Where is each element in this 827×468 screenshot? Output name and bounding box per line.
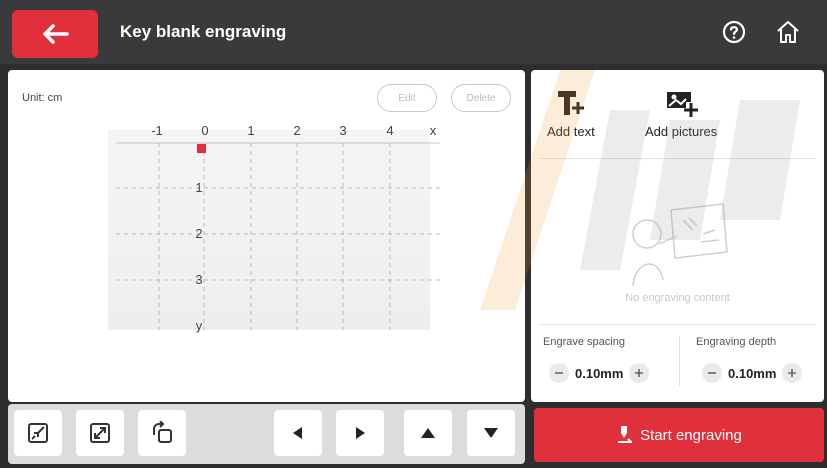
- engrave-spacing-value: 0.10mm: [575, 365, 624, 381]
- increase-depth-button[interactable]: [782, 363, 803, 383]
- decrease-depth-button[interactable]: [702, 363, 722, 383]
- move-down-button[interactable]: [467, 410, 515, 456]
- expand-button[interactable]: [76, 410, 124, 456]
- x-tick-label: 1: [247, 123, 254, 138]
- arrow-left-icon: [43, 24, 69, 44]
- start-engraving-label: Start engraving: [640, 426, 742, 444]
- rotate-icon: [153, 421, 172, 443]
- start-engraving-button[interactable]: Start engraving: [534, 408, 824, 462]
- page-title: Key blank engraving: [120, 22, 287, 41]
- add-pictures-label: Add pictures: [645, 124, 718, 139]
- minus-icon: [555, 372, 563, 374]
- add-text-icon: [557, 91, 584, 115]
- engraving-canvas-panel: Unit: cm Edit Delete -1 0 1 2 3 4 x 1 2 …: [8, 70, 525, 402]
- divider: [539, 158, 816, 159]
- move-up-button[interactable]: [404, 410, 452, 456]
- arrow-up-icon: [421, 428, 435, 438]
- home-icon[interactable]: [775, 19, 801, 45]
- engraving-content-panel: Add text Add pictures No engraving conte…: [531, 70, 824, 402]
- move-right-button[interactable]: [336, 410, 384, 456]
- minus-icon: [708, 372, 716, 374]
- x-tick-label: 3: [339, 123, 346, 138]
- x-tick-label: 0: [201, 123, 208, 138]
- top-bar: Key blank engraving: [0, 0, 827, 64]
- origin-marker: [197, 144, 206, 153]
- expand-icon: [90, 423, 110, 443]
- y-tick-label: 2: [195, 226, 202, 241]
- y-tick-label: 3: [195, 272, 202, 287]
- x-tick-label: 2: [293, 123, 300, 138]
- y-axis-label: y: [196, 318, 203, 333]
- engrave-icon: [618, 426, 633, 443]
- move-left-button[interactable]: [274, 410, 322, 456]
- empty-illustration-icon: [632, 203, 728, 286]
- y-tick-label: 1: [195, 180, 202, 195]
- arrow-left-icon: [293, 427, 302, 439]
- engraving-depth-label: Engraving depth: [696, 336, 777, 348]
- rotate-button[interactable]: [138, 410, 186, 456]
- add-text-label: Add text: [547, 124, 595, 139]
- add-text-button[interactable]: Add text: [547, 88, 595, 139]
- canvas-toolbar: [8, 404, 525, 464]
- add-pictures-button[interactable]: Add pictures: [645, 88, 717, 139]
- plus-icon: [635, 369, 644, 377]
- divider: [539, 324, 816, 325]
- x-axis-label: x: [430, 123, 437, 138]
- shrink-button[interactable]: [14, 410, 62, 456]
- decrease-spacing-button[interactable]: [549, 363, 569, 383]
- help-circle-icon[interactable]: [722, 20, 746, 44]
- shrink-icon: [28, 423, 48, 443]
- add-picture-icon: [667, 92, 699, 117]
- arrow-down-icon: [484, 428, 498, 438]
- engrave-spacing-stepper: 0.10mm: [549, 360, 650, 386]
- divider: [679, 336, 680, 386]
- coordinate-grid: -1 0 1 2 3 4 x 1 2 3 y: [116, 123, 440, 333]
- x-tick-label: 4: [386, 123, 393, 138]
- empty-content-text: No engraving content: [625, 292, 730, 304]
- x-tick-label: -1: [151, 123, 163, 138]
- back-button[interactable]: [12, 10, 98, 58]
- increase-spacing-button[interactable]: [629, 363, 650, 383]
- plus-icon: [788, 369, 797, 377]
- arrow-right-icon: [356, 427, 365, 439]
- engraving-depth-stepper: 0.10mm: [702, 360, 803, 386]
- engraving-depth-value: 0.10mm: [728, 365, 777, 381]
- engrave-spacing-label: Engrave spacing: [543, 336, 625, 348]
